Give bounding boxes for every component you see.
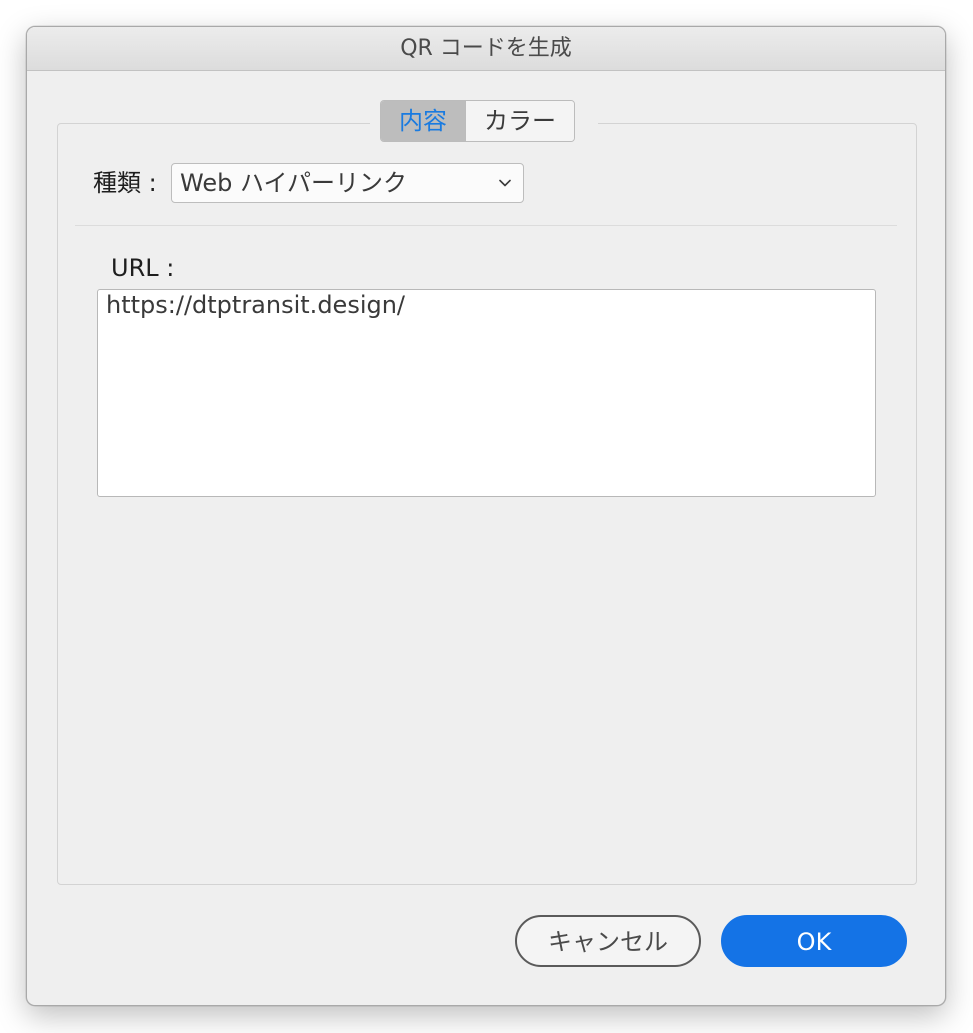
url-label: URL : <box>111 254 175 282</box>
tab-content[interactable]: 内容 <box>381 101 465 141</box>
type-select[interactable]: Web ハイパーリンク <box>171 163 524 203</box>
tab-color[interactable]: カラー <box>465 101 574 141</box>
type-label: 種類 : <box>93 169 157 197</box>
type-select-value: Web ハイパーリンク <box>180 169 407 197</box>
qr-code-dialog: QR コードを生成 内容 カラー 種類 : Web ハイパーリンク URL : … <box>26 26 946 1006</box>
url-textarea[interactable]: https://dtptransit.design/ <box>97 289 876 497</box>
ok-button[interactable]: OK <box>721 915 907 967</box>
divider <box>75 225 897 226</box>
tab-bar: 内容 カラー <box>380 100 575 142</box>
chevron-down-icon <box>499 179 511 187</box>
tab-panel <box>57 123 917 885</box>
cancel-button[interactable]: キャンセル <box>515 915 701 967</box>
dialog-title: QR コードを生成 <box>27 27 945 71</box>
